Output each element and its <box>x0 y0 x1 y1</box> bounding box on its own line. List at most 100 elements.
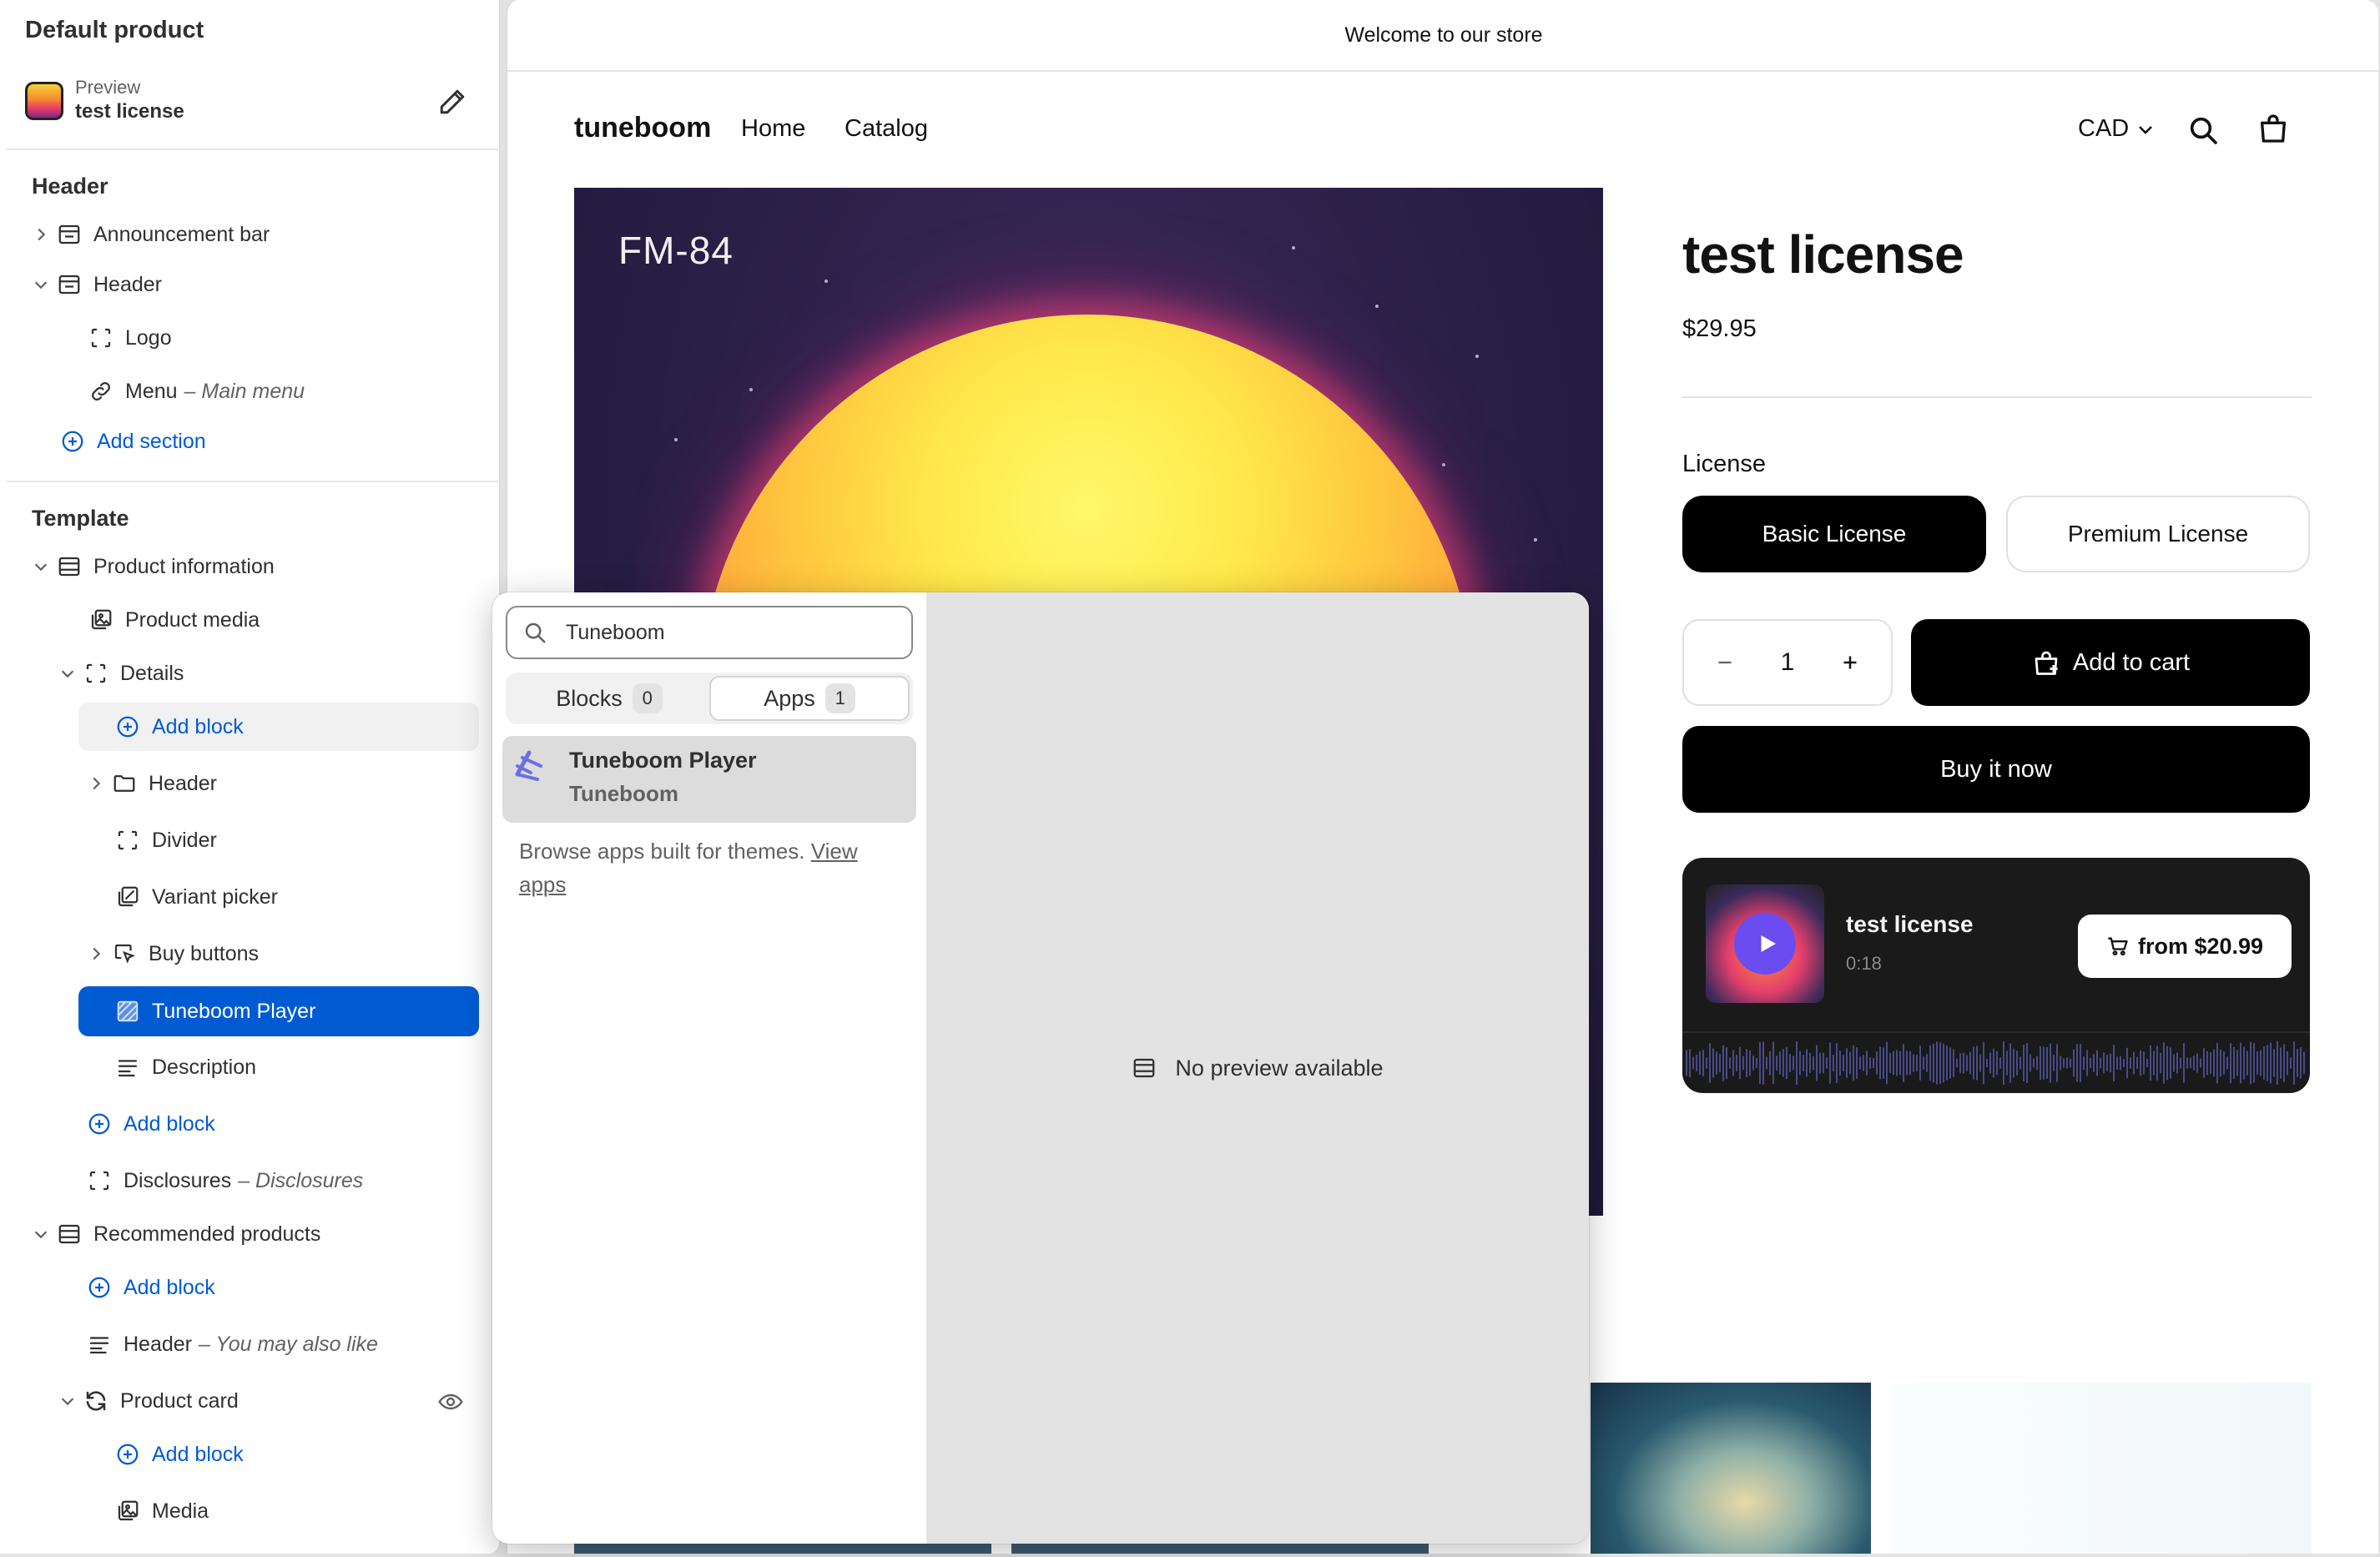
block-recommended-header[interactable]: Header – You may also like <box>87 1320 479 1368</box>
section-layout-icon <box>58 1224 80 1244</box>
block-divider[interactable]: Divider <box>115 816 482 864</box>
license-option-basic[interactable]: Basic License <box>1682 496 1986 572</box>
quantity-value[interactable]: 1 <box>1781 648 1795 677</box>
add-to-cart-label: Add to cart <box>2072 648 2191 676</box>
waveform-bar <box>2070 1058 2071 1068</box>
waveform-bar <box>1826 1057 1828 1069</box>
add-block-button[interactable]: Add block <box>87 1263 479 1312</box>
waveform-bar <box>2173 1054 2175 1072</box>
waveform-bar <box>1853 1045 1854 1081</box>
waveform-bar <box>1819 1052 1821 1074</box>
section-announcement-bar[interactable]: Announcement bar <box>32 210 482 259</box>
plus-icon[interactable] <box>1838 650 1863 675</box>
recommended-product-image[interactable] <box>574 1544 991 1554</box>
add-block-button[interactable]: Add block <box>87 1100 479 1148</box>
announcement-bar[interactable]: Welcome to our store <box>507 0 2378 72</box>
waveform-bar <box>1946 1046 1948 1081</box>
waveform-bar <box>1702 1050 1704 1076</box>
waveform-bar <box>1742 1056 1744 1071</box>
block-label: Menu <box>125 379 178 403</box>
block-frame-icon <box>86 663 106 683</box>
cart-add-icon <box>2035 651 2058 675</box>
nav-catalog[interactable]: Catalog <box>845 115 928 143</box>
chevron-down-icon[interactable] <box>32 275 50 294</box>
block-tuneboom-player[interactable]: Tuneboom Player <box>78 986 479 1036</box>
recommended-product-image[interactable] <box>1591 1383 1871 1554</box>
block-description[interactable]: Description <box>115 1043 482 1091</box>
block-details[interactable]: Details <box>58 649 484 698</box>
waveform-bar <box>2003 1041 2004 1086</box>
tab-apps[interactable]: Apps 1 <box>709 676 910 721</box>
block-variant-picker[interactable]: Variant picker <box>115 873 482 921</box>
waveform-bar <box>2036 1056 2038 1071</box>
tuneboom-player: test license 0:18 from $20.99 <box>1682 858 2310 1093</box>
waveform[interactable] <box>1682 1031 2310 1093</box>
waveform-bar <box>1966 1055 1968 1071</box>
waveform-bar <box>2033 1058 2035 1068</box>
block-disclosures[interactable]: Disclosures – Disclosures <box>87 1156 479 1205</box>
chevron-down-icon[interactable] <box>58 664 77 683</box>
waveform-bar <box>2026 1042 2028 1084</box>
add-block-label: Add block <box>152 714 244 738</box>
block-details-header[interactable]: Header <box>87 759 479 808</box>
block-product-media[interactable]: Product media <box>88 596 481 644</box>
nav-home[interactable]: Home <box>741 115 805 143</box>
waveform-bar <box>1749 1050 1751 1076</box>
app-block-icon <box>117 1000 139 1022</box>
block-media[interactable]: Media <box>115 1487 482 1535</box>
chevron-down-icon[interactable] <box>58 1392 77 1410</box>
block-product-card[interactable]: Product card <box>58 1377 484 1425</box>
chevron-right-icon[interactable] <box>32 225 50 244</box>
add-block-button[interactable]: Add block <box>78 703 479 751</box>
chevron-right-icon[interactable] <box>87 774 105 793</box>
preview-product-selector[interactable]: test license <box>75 100 184 123</box>
shopping-bag-icon[interactable] <box>2256 112 2290 145</box>
add-to-cart-button[interactable]: Add to cart <box>1911 619 2310 706</box>
chevron-down-icon[interactable] <box>32 557 50 576</box>
minus-icon[interactable] <box>1712 650 1737 675</box>
waveform-bar <box>1986 1058 1988 1068</box>
add-block-button[interactable]: Add block <box>115 1430 482 1479</box>
recommended-product-image[interactable] <box>1011 1544 1429 1554</box>
block-logo[interactable]: Logo <box>88 314 481 362</box>
waveform-bar <box>2263 1046 2265 1080</box>
search-value[interactable]: Tuneboom <box>566 621 665 645</box>
waveform-bar <box>1859 1056 1861 1070</box>
currency-selector[interactable]: CAD <box>2078 115 2156 143</box>
sidebar-divider <box>7 481 499 482</box>
app-block-result[interactable]: Tuneboom Player Tuneboom <box>502 736 916 823</box>
block-meta: – Main menu <box>184 379 305 403</box>
section-product-information[interactable]: Product information <box>32 542 482 591</box>
eye-icon[interactable] <box>437 1388 464 1415</box>
search-icon[interactable] <box>2186 113 2220 147</box>
block-buy-buttons[interactable]: Buy buttons <box>87 930 479 978</box>
track-duration: 0:18 <box>1846 953 1882 974</box>
waveform-bar <box>2156 1046 2158 1081</box>
license-option-premium[interactable]: Premium License <box>2006 496 2310 572</box>
no-preview-label: No preview available <box>1175 1055 1384 1081</box>
section-recommended-products[interactable]: Recommended products <box>32 1210 482 1258</box>
waveform-bar <box>2113 1045 2115 1081</box>
store-logo[interactable]: tuneboom <box>574 112 711 144</box>
waveform-bar <box>2100 1057 2101 1069</box>
waveform-bar <box>2233 1046 2235 1080</box>
waveform-bar <box>2019 1056 2021 1070</box>
buy-from-button[interactable]: from $20.99 <box>2078 915 2292 978</box>
waveform-bar <box>1869 1057 1871 1069</box>
block-menu[interactable]: Menu – Main menu <box>88 367 481 416</box>
chevron-right-icon[interactable] <box>87 945 105 963</box>
waveform-bar <box>2120 1056 2121 1071</box>
chevron-down-icon[interactable] <box>32 1225 50 1243</box>
play-button[interactable] <box>1734 913 1796 975</box>
pencil-icon[interactable] <box>437 87 467 117</box>
recommended-product-image[interactable] <box>1891 1383 2312 1554</box>
waveform-bar <box>2190 1057 2191 1069</box>
block-search-field[interactable]: Tuneboom <box>506 606 913 659</box>
add-section-button[interactable]: Add section <box>60 417 477 466</box>
tab-label: Blocks <box>556 685 623 711</box>
tab-blocks[interactable]: Blocks 0 <box>509 676 709 721</box>
section-header[interactable]: Header <box>32 260 482 309</box>
add-block-label: Add block <box>124 1275 215 1299</box>
waveform-bar <box>1806 1049 1808 1077</box>
buy-now-button[interactable]: Buy it now <box>1682 726 2310 813</box>
